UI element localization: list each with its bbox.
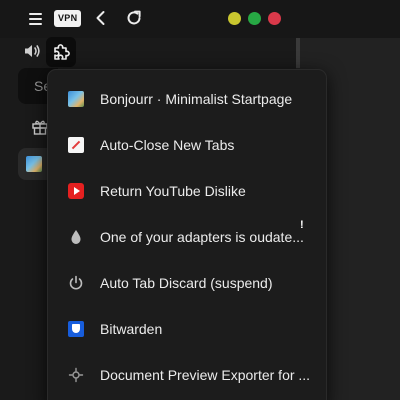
page-content-edge [296, 38, 300, 68]
extensions-button[interactable] [46, 37, 76, 67]
extension-label: Bitwarden [100, 321, 163, 337]
extension-label: Return YouTube Dislike [100, 183, 246, 199]
close-window-button[interactable] [268, 12, 281, 25]
extension-item-return-youtube-dislike[interactable]: Return YouTube Dislike [48, 168, 328, 214]
youtube-dislike-icon [67, 183, 84, 199]
extension-item-auto-close-new-tabs[interactable]: Auto-Close New Tabs [48, 122, 328, 168]
power-icon [67, 275, 84, 292]
top-toolbar: VPN [0, 0, 400, 38]
document-exporter-icon [67, 367, 84, 384]
extension-label: Auto-Close New Tabs [100, 137, 235, 153]
hamburger-menu-icon[interactable] [26, 9, 46, 29]
extensions-menu: Bonjourr · Minimalist Startpage Auto-Clo… [47, 69, 327, 400]
warning-badge: ! [300, 219, 304, 231]
bonjourr-icon [67, 91, 84, 107]
extension-item-bitwarden[interactable]: Bitwarden [48, 306, 328, 352]
back-arrow-icon[interactable] [91, 8, 111, 28]
vpn-button[interactable]: VPN [54, 10, 82, 27]
extension-label: Auto Tab Discard (suspend) [100, 275, 273, 291]
extension-item-adapters[interactable]: One of your adapters is oudate... ! [48, 214, 328, 260]
bonjourr-icon [26, 156, 42, 172]
extension-label: Bonjourr · Minimalist Startpage [100, 91, 293, 107]
extension-label: Document Preview Exporter for ... [100, 367, 311, 383]
bitwarden-icon [67, 321, 84, 337]
reload-icon[interactable] [124, 8, 144, 28]
auto-close-tabs-icon [67, 137, 84, 153]
water-drop-icon [67, 229, 84, 246]
maximize-window-button[interactable] [248, 12, 261, 25]
extension-item-bonjourr[interactable]: Bonjourr · Minimalist Startpage [48, 76, 328, 122]
extension-item-auto-tab-discard[interactable]: Auto Tab Discard (suspend) [48, 260, 328, 306]
speaker-icon[interactable] [22, 41, 42, 61]
extension-item-document-preview-exporter[interactable]: Document Preview Exporter for ... [48, 352, 328, 398]
puzzle-icon [54, 44, 70, 60]
extension-label: One of your adapters is oudate... [100, 229, 304, 245]
minimize-window-button[interactable] [228, 12, 241, 25]
